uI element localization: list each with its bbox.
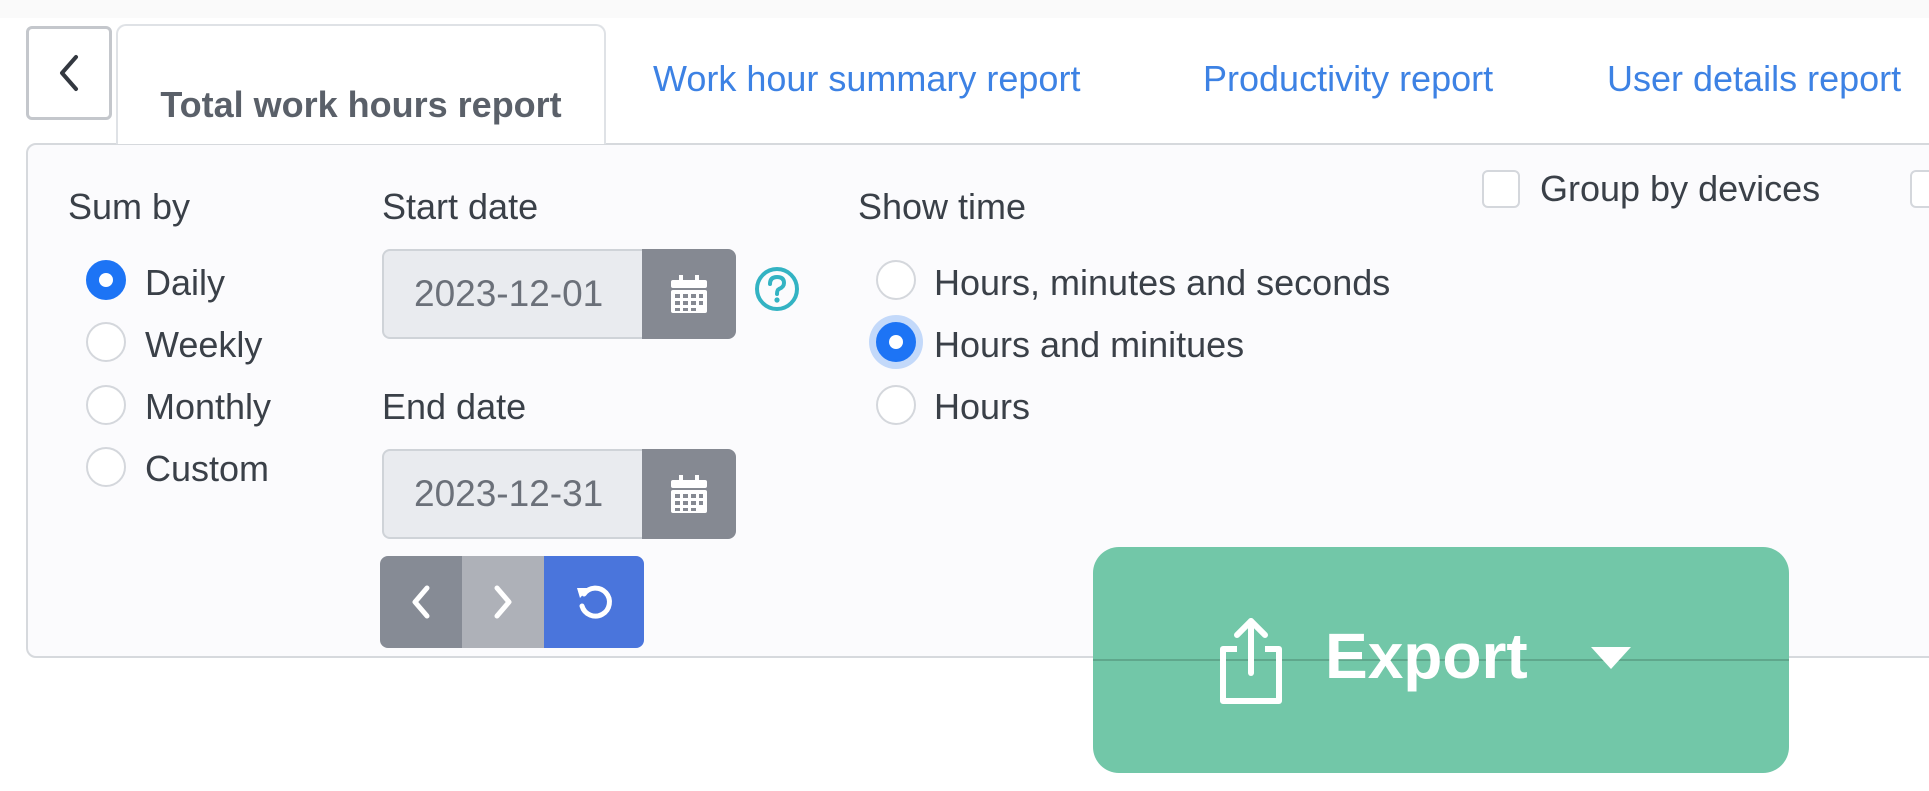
radio-hours-minutes-seconds-label: Hours, minutes and seconds: [934, 262, 1391, 303]
next-period-button[interactable]: [462, 556, 544, 648]
radio-hours-minutes[interactable]: [876, 322, 916, 362]
radio-monthly[interactable]: [86, 385, 126, 425]
share-export-icon: [1220, 618, 1282, 704]
end-date-input[interactable]: 2023-12-31: [382, 449, 642, 539]
tab-productivity-report[interactable]: Productivity report: [1203, 58, 1493, 100]
chevron-right-icon: [494, 585, 512, 619]
chevron-left-icon: [412, 585, 430, 619]
radio-weekly-label: Weekly: [145, 324, 263, 365]
radio-weekly[interactable]: [86, 322, 126, 362]
group-by-devices-label: Group by devices: [1540, 168, 1821, 209]
show-time-label: Show time: [858, 186, 1027, 227]
end-date-label: End date: [382, 386, 527, 427]
radio-custom[interactable]: [86, 447, 126, 487]
radio-daily[interactable]: [86, 260, 126, 300]
reset-button[interactable]: [544, 556, 644, 648]
radio-hours-minutes-label: Hours and minitues: [934, 324, 1245, 365]
group-by-devices-checkbox[interactable]: [1482, 170, 1520, 208]
top-band: [0, 0, 1929, 18]
date-navigation-group: [380, 556, 644, 648]
extra-option-checkbox[interactable]: [1910, 170, 1929, 208]
reset-icon: [577, 585, 612, 619]
calendar-icon: [671, 475, 707, 513]
radio-hours[interactable]: [876, 385, 916, 425]
start-date-calendar-button[interactable]: [642, 249, 736, 339]
calendar-icon: [671, 275, 707, 313]
tab-user-details-report[interactable]: User details report: [1607, 58, 1901, 100]
sum-by-label: Sum by: [68, 186, 191, 227]
end-date-calendar-button[interactable]: [642, 449, 736, 539]
help-icon[interactable]: [754, 266, 800, 312]
start-date-input[interactable]: 2023-12-01: [382, 249, 642, 339]
radio-custom-label: Custom: [145, 448, 270, 489]
radio-daily-label: Daily: [145, 262, 226, 303]
export-label: Export: [1325, 620, 1528, 692]
export-button[interactable]: Export: [1093, 547, 1789, 773]
back-button[interactable]: [26, 26, 112, 120]
tab-label: Total work hours report: [160, 84, 562, 125]
caret-down-icon: [1591, 647, 1631, 669]
radio-hours-minutes-seconds[interactable]: [876, 260, 916, 300]
tab-work-hour-summary-report[interactable]: Work hour summary report: [653, 58, 1080, 100]
tab-total-work-hours-report[interactable]: Total work hours report: [116, 24, 606, 144]
previous-period-button[interactable]: [380, 556, 462, 648]
chevron-left-icon: [60, 55, 78, 91]
start-date-label: Start date: [382, 186, 539, 227]
radio-monthly-label: Monthly: [145, 386, 272, 427]
radio-hours-label: Hours: [934, 386, 1031, 427]
